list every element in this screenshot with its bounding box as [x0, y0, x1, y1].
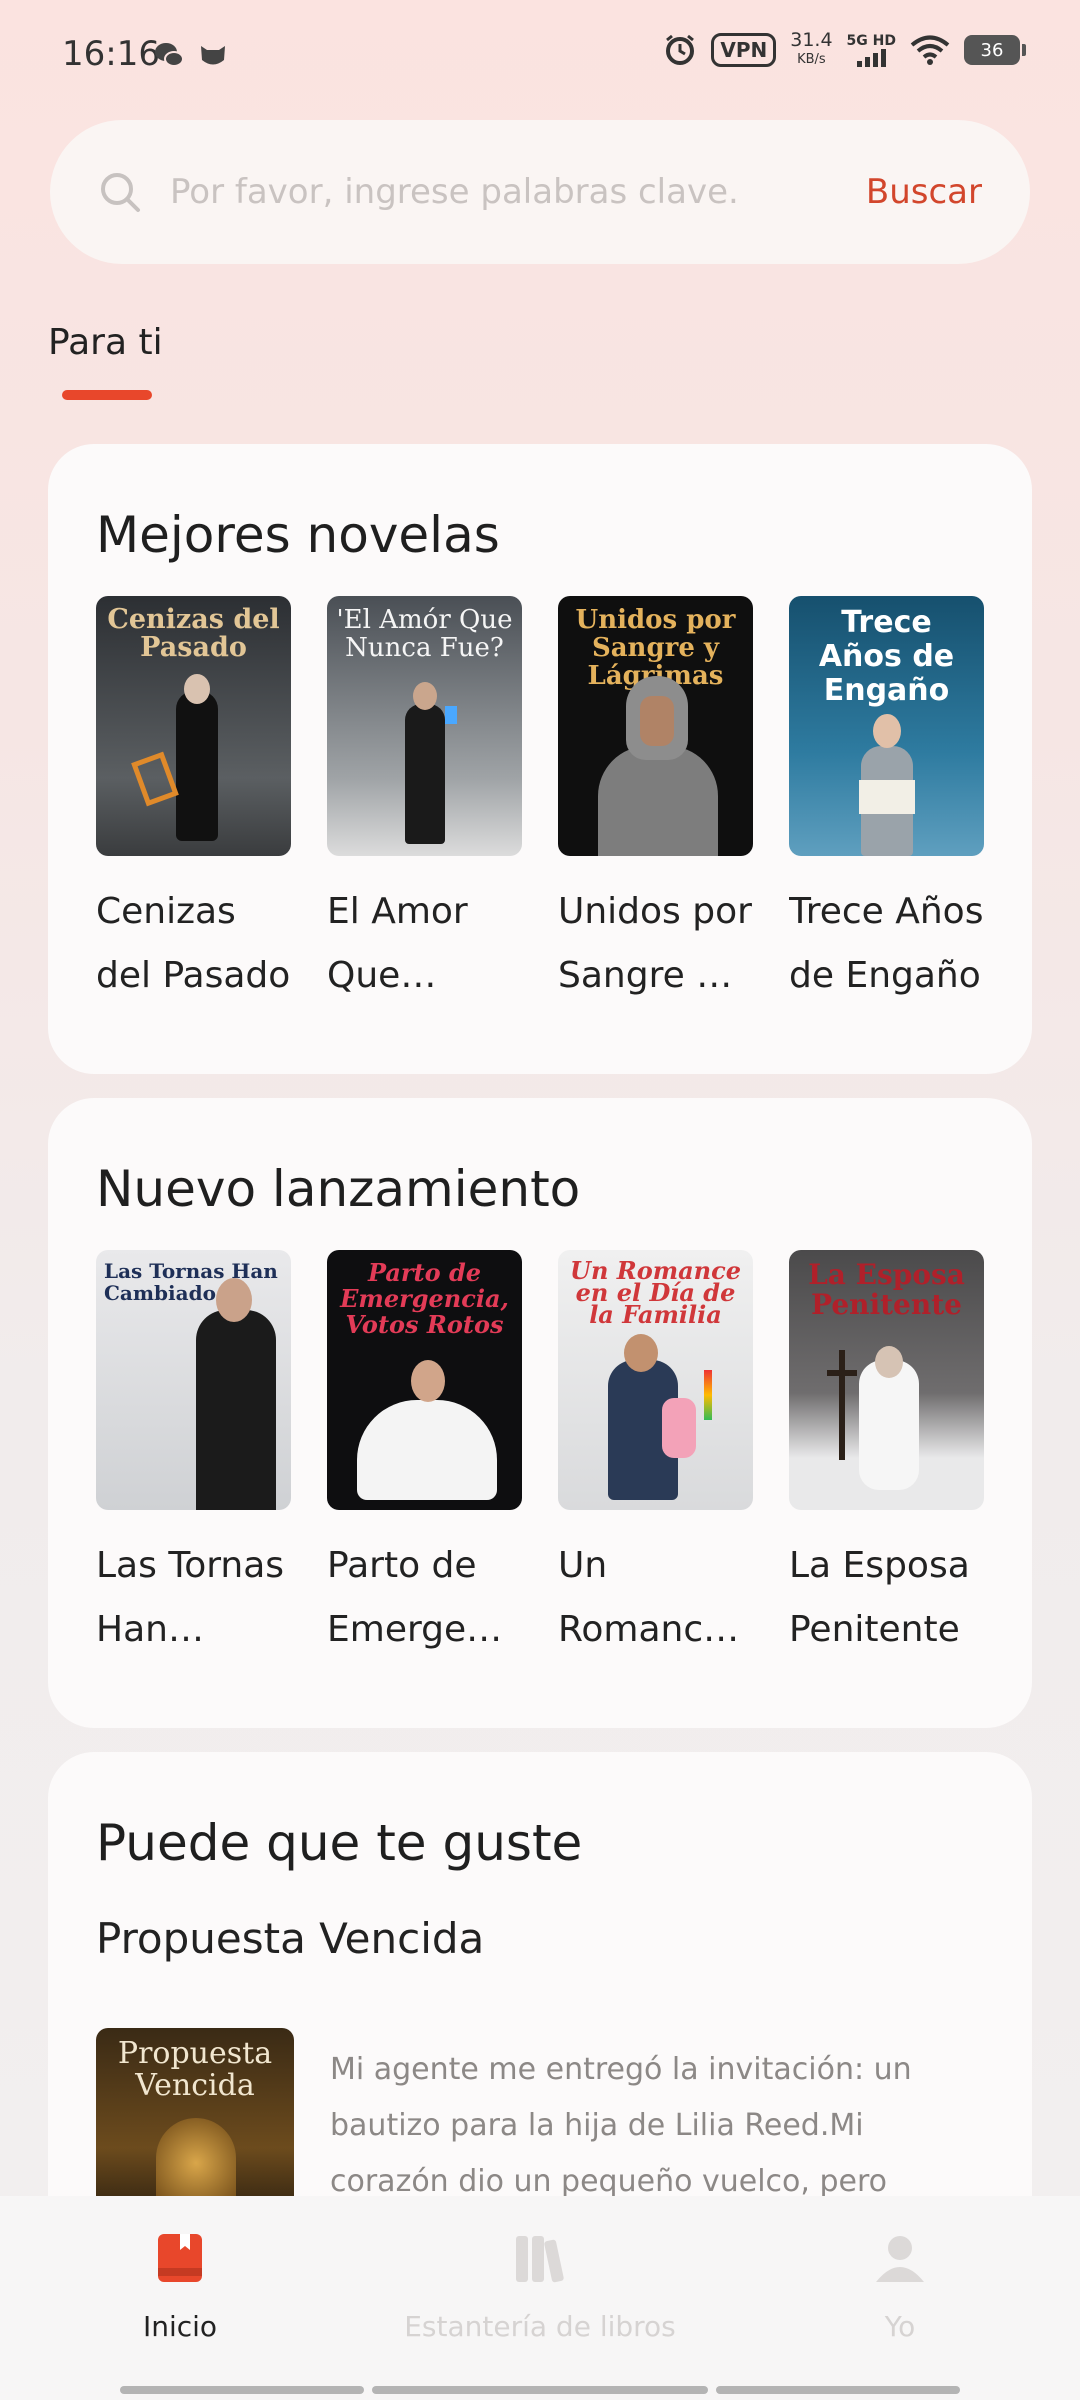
book-cover[interactable]: Las Tornas Han Cambiado	[96, 1250, 291, 1510]
book-title: Cenizas del Pasado	[96, 891, 291, 996]
cover-title: Cenizas del Pasado	[107, 604, 280, 663]
section-title: Puede que te guste	[96, 1814, 583, 1872]
tab-para-ti[interactable]: Para ti	[48, 322, 163, 363]
book-cover[interactable]: Cenizas del Pasado	[96, 596, 291, 856]
section-title: Nuevo lanzamiento	[96, 1160, 581, 1218]
gesture-bar	[120, 2386, 364, 2394]
book-icon	[158, 2234, 202, 2282]
book-cover[interactable]: La Esposa Penitente	[789, 1250, 984, 1510]
bottom-navigation: Inicio Estantería de libros Yo	[0, 2196, 1080, 2400]
book-title: La Esposa Penitente	[789, 1545, 970, 1650]
book-cover[interactable]: 'El Amór Que Nunca Fue?	[327, 596, 522, 856]
status-bar: 16:16 VPN 31.4 KB/s 5G HD 36	[0, 0, 1080, 110]
book-cover[interactable]: Unidos por Sangre y Lágrimas	[558, 596, 753, 856]
cover-title: Un Romance en el Día de la Familia	[570, 1256, 741, 1329]
book-card[interactable]: Parto de Emergencia, Votos Rotos Parto d…	[327, 1250, 522, 1662]
nav-item-yo[interactable]: Yo	[720, 2196, 1080, 2400]
book-cover[interactable]: Trece Años de Engaño	[789, 596, 984, 856]
status-time: 16:16	[62, 34, 160, 74]
section-new-release: Nuevo lanzamiento Las Tornas Han Cambiad…	[48, 1098, 1032, 1728]
cover-title: La Esposa Penitente	[808, 1258, 965, 1321]
nav-label: Yo	[884, 2310, 916, 2343]
tab-indicator	[62, 390, 152, 400]
signal-bars-icon	[856, 49, 886, 67]
book-cover[interactable]: Parto de Emergencia, Votos Rotos	[327, 1250, 522, 1510]
book-title: Las Tornas Han Cambiado	[96, 1545, 285, 1650]
book-title: Trece Años de Engaño	[789, 891, 984, 996]
section-top-novels: Mejores novelas Cenizas del Pasado Ceniz…	[48, 444, 1032, 1074]
search-bar: Buscar	[50, 120, 1030, 264]
book-card[interactable]: 'El Amór Que Nunca Fue? El Amor Que Nunc…	[327, 596, 522, 1008]
nav-item-inicio[interactable]: Inicio	[0, 2196, 360, 2400]
cat-app-icon	[201, 46, 225, 65]
alarm-icon	[666, 34, 695, 65]
nav-label: Inicio	[142, 2310, 218, 2343]
book-title: Unidos por Sangre y Lágrimas	[558, 891, 752, 996]
book-card[interactable]: Unidos por Sangre y Lágrimas Unidos por …	[558, 596, 753, 1008]
section-title: Mejores novelas	[96, 506, 500, 564]
book-card[interactable]: Las Tornas Han Cambiado Las Tornas Han C…	[96, 1250, 291, 1662]
search-icon	[101, 173, 140, 212]
nav-item-estanteria[interactable]: Estantería de libros	[360, 2196, 720, 2400]
network-speed: 31.4 KB/s	[790, 29, 833, 67]
wechat-icon	[155, 43, 184, 67]
battery-icon: 36	[964, 35, 1026, 65]
book-title: Un Romance en el Día de la Familia	[558, 1545, 726, 1650]
nav-label: Estantería de libros	[404, 2310, 676, 2343]
book-title: Parto de Emergencia, Votos Rotos	[327, 1545, 522, 1650]
gesture-bar	[372, 2386, 708, 2394]
cover-title: Propuesta Vencida	[117, 2036, 273, 2103]
recommended-book-title[interactable]: Propuesta Vencida	[96, 1914, 484, 1963]
book-title: El Amor Que Nunca Fue	[327, 891, 468, 996]
book-card[interactable]: Un Romance en el Día de la Familia Un Ro…	[558, 1250, 753, 1662]
user-icon	[876, 2236, 924, 2282]
book-card[interactable]: Trece Años de Engaño Trece Años de Engañ…	[789, 596, 984, 1008]
search-input[interactable]	[170, 172, 866, 212]
bookshelf-icon	[516, 2236, 564, 2283]
cover-title: Trece Años de Engaño	[818, 605, 955, 708]
book-card[interactable]: Cenizas del Pasado Cenizas del Pasado	[96, 596, 291, 1008]
signal-indicator: 5G HD	[847, 33, 896, 67]
book-cover[interactable]: Un Romance en el Día de la Familia	[558, 1250, 753, 1510]
book-card[interactable]: La Esposa Penitente La Esposa Penitente	[789, 1250, 984, 1662]
cover-title: Las Tornas Han Cambiado	[104, 1259, 278, 1305]
gesture-bar	[716, 2386, 960, 2394]
search-button[interactable]: Buscar	[866, 172, 982, 212]
cover-title: 'El Amór Que Nunca Fue?	[336, 605, 513, 663]
cover-title: Parto de Emergencia, Votos Rotos	[340, 1258, 509, 1339]
wifi-icon	[910, 35, 950, 65]
vpn-indicator: VPN	[711, 33, 777, 67]
